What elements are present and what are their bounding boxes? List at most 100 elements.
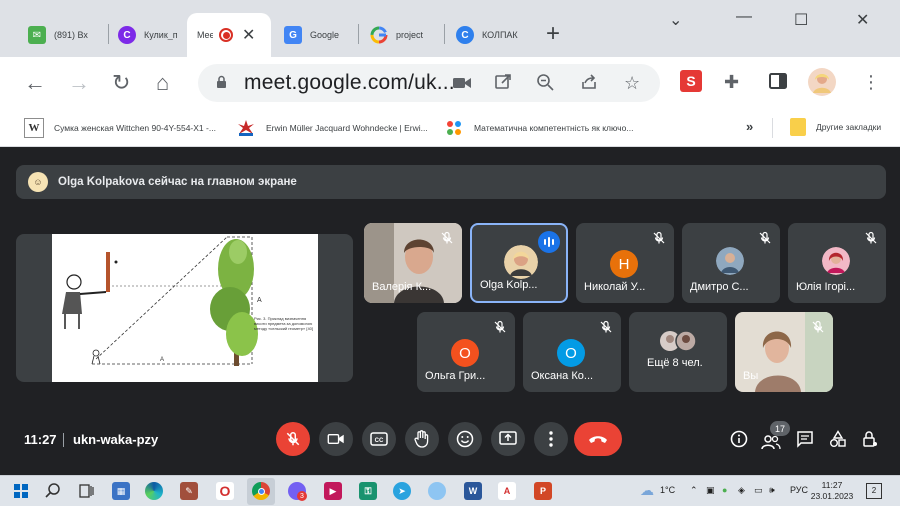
participant-name: Николай У... bbox=[584, 281, 646, 293]
window-close-icon[interactable]: ✕ bbox=[856, 10, 869, 30]
participant-avatar bbox=[716, 247, 744, 275]
tab-google-translate[interactable]: G Google bbox=[274, 13, 358, 57]
host-controls-button[interactable] bbox=[859, 428, 881, 450]
maximize-icon[interactable]: ☐ bbox=[794, 10, 808, 30]
meeting-info-button[interactable] bbox=[728, 428, 750, 450]
participant-tile-oksana[interactable]: О Оксана Ко... bbox=[523, 312, 621, 392]
chrome-icon[interactable] bbox=[252, 482, 270, 500]
shared-slide: A A Рис. 3. Приклад визначення висоти пр… bbox=[52, 234, 318, 382]
tray-chevron-icon[interactable]: ⌃ bbox=[690, 485, 698, 496]
other-bookmarks-folder[interactable]: Другие закладки bbox=[790, 118, 881, 136]
task-view-icon[interactable] bbox=[77, 482, 95, 500]
participant-tile-nikolai[interactable]: Н Николай У... bbox=[576, 223, 674, 303]
camera-toggle-button[interactable] bbox=[319, 422, 353, 456]
key-app-icon[interactable]: ⚿ bbox=[359, 482, 377, 500]
taskbar-clock[interactable]: 11:27 23.01.2023 bbox=[810, 480, 854, 502]
drop-app-icon[interactable] bbox=[428, 482, 446, 500]
tab-strip: ✉ (891) Вх C Кулик_п Meet ✕ G Google bbox=[0, 0, 900, 57]
extension-s-icon[interactable]: S bbox=[680, 70, 702, 92]
participant-name: Дмитро С... bbox=[690, 281, 749, 293]
canva-icon: C bbox=[118, 26, 136, 44]
tray-app-icon-3[interactable]: ◈ bbox=[738, 485, 745, 496]
search-icon[interactable] bbox=[44, 482, 62, 500]
media-player-icon[interactable]: ▶ bbox=[324, 482, 342, 500]
tray-app-icon-2[interactable]: ● bbox=[722, 485, 727, 495]
tab-search-chevron-icon[interactable]: ⌄ bbox=[669, 10, 682, 30]
present-screen-icon bbox=[499, 431, 517, 445]
leave-call-button[interactable] bbox=[574, 422, 622, 456]
tray-app-icon-1[interactable]: ▣ bbox=[706, 485, 715, 496]
activities-button[interactable] bbox=[827, 428, 849, 450]
acrobat-icon[interactable]: A bbox=[498, 482, 516, 500]
raise-hand-button[interactable] bbox=[405, 422, 439, 456]
bookmark-erwin-muller[interactable]: Erwin Müller Jacquard Wohndecke | Erwi..… bbox=[236, 118, 428, 138]
participant-avatar bbox=[504, 245, 538, 279]
bookmark-math-competence[interactable]: Математична компетентність як ключо... bbox=[444, 118, 633, 138]
notifications-icon[interactable]: 2 bbox=[866, 483, 882, 499]
battery-icon[interactable]: ▭ bbox=[754, 485, 763, 496]
new-tab-plus-icon[interactable]: + bbox=[546, 22, 560, 46]
more-options-button[interactable] bbox=[534, 422, 568, 456]
closed-captions-icon: CC bbox=[370, 432, 388, 446]
mic-off-icon bbox=[494, 320, 506, 333]
profile-avatar[interactable] bbox=[808, 68, 836, 96]
more-bookmarks-chevron-icon[interactable]: » bbox=[746, 119, 753, 134]
present-screen-button[interactable] bbox=[491, 422, 525, 456]
participant-tile-yulia[interactable]: Юлія Ігорі... bbox=[788, 223, 886, 303]
forward-arrow-icon[interactable]: → bbox=[68, 70, 90, 96]
open-external-icon[interactable] bbox=[494, 73, 512, 91]
mic-toggle-button[interactable] bbox=[276, 422, 310, 456]
calculator-icon[interactable]: ▦ bbox=[112, 482, 130, 500]
windows-start-icon[interactable] bbox=[14, 484, 28, 498]
close-icon[interactable]: ✕ bbox=[242, 25, 255, 45]
bookmark-star-icon[interactable]: ☆ bbox=[624, 73, 640, 93]
minimize-icon[interactable]: — bbox=[736, 8, 752, 26]
tab-meet[interactable]: Meet ✕ bbox=[187, 13, 271, 57]
word-icon[interactable]: W bbox=[464, 482, 482, 500]
participant-tile-olga-gri[interactable]: О Ольга Гри... bbox=[417, 312, 515, 392]
bookmark-wittchen[interactable]: W Сумка женская Wittchen 90-4Y-554-X1 -.… bbox=[24, 118, 216, 138]
more-participants-tile[interactable]: Ещё 8 чел. bbox=[629, 312, 727, 392]
weather-cloud-icon[interactable]: ☁ bbox=[640, 482, 654, 499]
mic-off-icon bbox=[865, 231, 877, 244]
participant-name: Валерія К... bbox=[372, 281, 432, 293]
paint-app-icon[interactable]: ✎ bbox=[180, 482, 198, 500]
meeting-time: 11:27 bbox=[24, 432, 57, 447]
meet-controls-bar: 11:27 ukn-waka-pzy CC 17 bbox=[0, 412, 900, 467]
reload-icon[interactable]: ↻ bbox=[112, 70, 130, 96]
edge-icon[interactable] bbox=[145, 482, 163, 500]
url-text: meet.google.com/uk... bbox=[244, 71, 455, 94]
camera-icon[interactable] bbox=[452, 76, 472, 90]
captions-button[interactable]: CC bbox=[362, 422, 396, 456]
menu-kebab-icon[interactable]: ⋮ bbox=[862, 71, 880, 93]
powerpoint-icon[interactable]: P bbox=[534, 482, 552, 500]
reactions-button[interactable] bbox=[448, 422, 482, 456]
speaker-icon[interactable]: 🕪 bbox=[769, 485, 775, 496]
back-arrow-icon[interactable]: ← bbox=[24, 70, 46, 96]
tab-kolpak[interactable]: C КОЛПАК bbox=[446, 13, 530, 57]
extensions-puzzle-icon[interactable]: ✚ bbox=[724, 71, 739, 93]
language-indicator[interactable]: РУС bbox=[790, 485, 808, 495]
chat-icon bbox=[797, 431, 813, 448]
address-bar[interactable]: meet.google.com/uk... ☆ bbox=[198, 64, 660, 102]
side-panel-icon[interactable] bbox=[768, 71, 788, 91]
participant-letter-avatar: О bbox=[451, 339, 479, 367]
share-icon[interactable] bbox=[580, 73, 598, 91]
joomla-icon bbox=[447, 121, 461, 135]
participant-tile-valeria[interactable]: Валерія К... bbox=[364, 223, 462, 303]
video-camera-icon bbox=[327, 434, 344, 444]
zoom-icon[interactable] bbox=[536, 73, 554, 91]
more-participants-avatars bbox=[660, 330, 697, 352]
tab-gmail[interactable]: ✉ (891) Вх bbox=[18, 13, 110, 57]
participant-tile-olga-kolpakova[interactable]: Olga Kolp... bbox=[470, 223, 568, 303]
self-view-tile[interactable]: Вы bbox=[735, 312, 833, 392]
tab-project[interactable]: project bbox=[360, 13, 444, 57]
participant-tile-dmytro[interactable]: Дмитро С... bbox=[682, 223, 780, 303]
presentation-tile[interactable]: A A Рис. 3. Приклад визначення висоти пр… bbox=[16, 234, 353, 382]
erwin-muller-icon bbox=[238, 120, 254, 136]
chat-button[interactable] bbox=[794, 428, 816, 450]
home-icon[interactable]: ⌂ bbox=[156, 70, 169, 96]
telegram-icon[interactable]: ➤ bbox=[393, 482, 411, 500]
opera-icon[interactable]: O bbox=[216, 482, 234, 500]
tab-kulik[interactable]: C Кулик_п bbox=[108, 13, 188, 57]
